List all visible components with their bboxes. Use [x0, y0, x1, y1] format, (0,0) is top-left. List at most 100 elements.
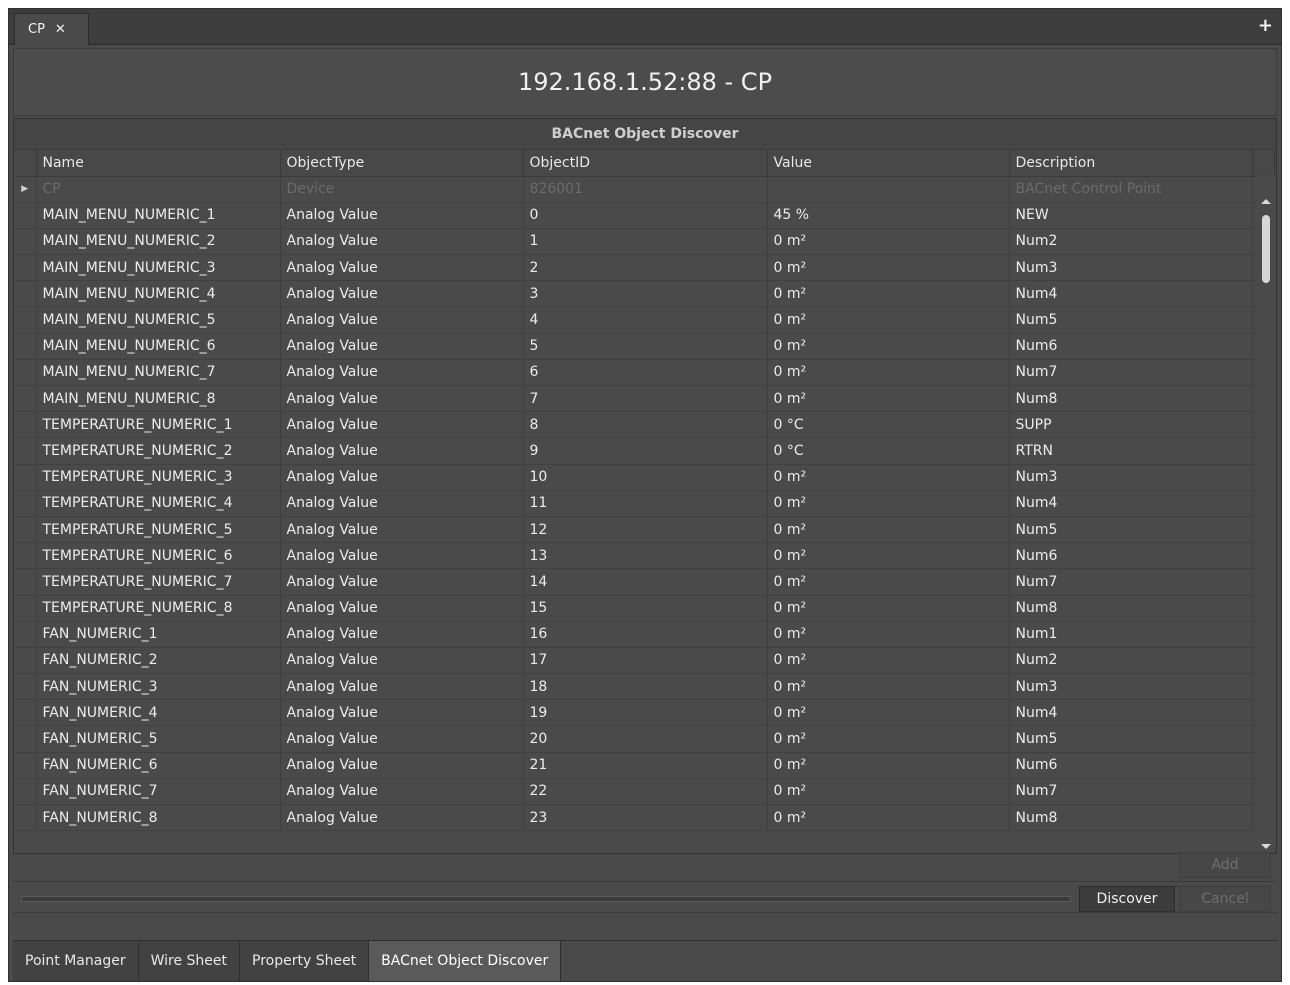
row-selector[interactable]	[14, 280, 37, 308]
column-header-description[interactable]: Description	[1009, 150, 1253, 177]
cell-object-type: Analog Value	[280, 621, 524, 648]
table-row[interactable]: TEMPERATURE_NUMERIC_8 Analog Value 15 0 m² N…	[14, 595, 1274, 622]
tab-cp[interactable]: CP ✕	[14, 13, 89, 45]
row-selector[interactable]	[14, 621, 37, 648]
cell-name: TEMPERATURE_NUMERIC_2	[36, 437, 281, 465]
table-row[interactable]: FAN_NUMERIC_4 Analog Value 19 0 m² Num4	[14, 699, 1274, 727]
column-header-name[interactable]: Name	[36, 150, 281, 177]
table-row[interactable]: MAIN_MENU_NUMERIC_5 Analog Value 4 0 m² Num5	[14, 306, 1274, 334]
row-selector[interactable]	[14, 752, 37, 779]
cell-object-id: 7	[523, 385, 768, 413]
tab-bacnet-object-discover[interactable]: BACnet Object Discover	[369, 941, 562, 981]
cell-object-id: 8	[523, 411, 768, 439]
table-row[interactable]: TEMPERATURE_NUMERIC_7 Analog Value 14 0 m² N…	[14, 568, 1274, 596]
table-row[interactable]: TEMPERATURE_NUMERIC_3 Analog Value 10 0 m² N…	[14, 464, 1274, 491]
scroll-down-icon[interactable]	[1261, 844, 1271, 849]
row-selector[interactable]	[14, 359, 37, 387]
row-selector[interactable]	[14, 699, 37, 727]
vertical-scrollbar[interactable]	[1256, 175, 1276, 853]
cell-object-type: Analog Value	[280, 306, 524, 334]
cell-description: Num6	[1009, 752, 1253, 779]
cell-object-type: Analog Value	[280, 673, 524, 701]
table-row[interactable]: TEMPERATURE_NUMERIC_1 Analog Value 8 0 °C SU…	[14, 411, 1274, 439]
close-icon[interactable]: ✕	[55, 22, 66, 37]
cell-value: 0 m²	[767, 359, 1010, 387]
tab-wire-sheet[interactable]: Wire Sheet	[138, 941, 240, 981]
table-row[interactable]: MAIN_MENU_NUMERIC_4 Analog Value 3 0 m² Num4	[14, 280, 1274, 308]
table-row[interactable]: TEMPERATURE_NUMERIC_2 Analog Value 9 0 °C RT…	[14, 437, 1274, 465]
row-selector[interactable]	[14, 228, 37, 256]
cell-object-id: 9	[523, 437, 768, 465]
table-row[interactable]: FAN_NUMERIC_3 Analog Value 18 0 m² Num3	[14, 673, 1274, 701]
table-row[interactable]: MAIN_MENU_NUMERIC_2 Analog Value 1 0 m² Num2	[14, 228, 1274, 256]
discover-panel: BACnet Object Discover Name ObjectType O…	[13, 118, 1277, 854]
row-selector[interactable]	[14, 254, 37, 282]
table-row[interactable]: TEMPERATURE_NUMERIC_4 Analog Value 11 0 m² N…	[14, 490, 1274, 517]
cell-description: Num8	[1009, 804, 1253, 832]
row-selector[interactable]	[14, 595, 37, 622]
row-selector[interactable]	[14, 725, 37, 753]
table-row[interactable]: FAN_NUMERIC_8 Analog Value 23 0 m² Num8	[14, 804, 1274, 832]
cell-description: Num5	[1009, 725, 1253, 753]
table-row[interactable]: FAN_NUMERIC_7 Analog Value 22 0 m² Num7	[14, 778, 1274, 806]
row-selector[interactable]	[14, 778, 37, 806]
tab-property-sheet[interactable]: Property Sheet	[240, 941, 370, 981]
cell-value: 0 m²	[767, 542, 1010, 570]
cell-name: TEMPERATURE_NUMERIC_7	[36, 568, 281, 596]
row-selector[interactable]	[14, 673, 37, 701]
cell-value: 0 m²	[767, 333, 1010, 360]
scroll-up-icon[interactable]	[1261, 199, 1271, 204]
cell-object-type: Analog Value	[280, 385, 524, 413]
tab-point-manager[interactable]: Point Manager	[13, 941, 139, 981]
cell-name: FAN_NUMERIC_8	[36, 804, 281, 832]
row-selector[interactable]	[14, 568, 37, 596]
cell-name: MAIN_MENU_NUMERIC_3	[36, 254, 281, 282]
cell-object-id: 826001	[523, 176, 768, 203]
table-row[interactable]: FAN_NUMERIC_5 Analog Value 20 0 m² Num5	[14, 725, 1274, 753]
add-tab-icon[interactable]: +	[1258, 17, 1273, 35]
device-row[interactable]: ▶ CP Device 826001 BACnet Control Point	[14, 176, 1274, 203]
cell-object-id: 1	[523, 228, 768, 256]
cell-name: MAIN_MENU_NUMERIC_2	[36, 228, 281, 256]
row-selector[interactable]	[14, 333, 37, 360]
row-selector[interactable]	[14, 542, 37, 570]
table-row[interactable]: FAN_NUMERIC_6 Analog Value 21 0 m² Num6	[14, 752, 1274, 779]
row-selector[interactable]	[14, 647, 37, 675]
table-row[interactable]: MAIN_MENU_NUMERIC_3 Analog Value 2 0 m² Num3	[14, 254, 1274, 282]
table-row[interactable]: FAN_NUMERIC_1 Analog Value 16 0 m² Num1	[14, 621, 1274, 648]
column-header-value[interactable]: Value	[767, 150, 1010, 177]
row-selector[interactable]	[14, 490, 37, 517]
panel-title: BACnet Object Discover	[14, 119, 1276, 150]
add-button[interactable]: Add	[1179, 852, 1271, 878]
table-row[interactable]: TEMPERATURE_NUMERIC_5 Analog Value 12 0 m² N…	[14, 516, 1274, 544]
cell-name: MAIN_MENU_NUMERIC_5	[36, 306, 281, 334]
expand-icon[interactable]: ▶	[14, 176, 37, 203]
cell-object-type: Analog Value	[280, 804, 524, 832]
row-selector[interactable]	[14, 464, 37, 491]
table-row[interactable]: FAN_NUMERIC_2 Analog Value 17 0 m² Num2	[14, 647, 1274, 675]
row-selector[interactable]	[14, 202, 37, 229]
cell-value: 0 m²	[767, 673, 1010, 701]
column-header-objectid[interactable]: ObjectID	[523, 150, 768, 177]
cell-description: Num8	[1009, 595, 1253, 622]
row-selector[interactable]	[14, 306, 37, 334]
table-row[interactable]: MAIN_MENU_NUMERIC_7 Analog Value 6 0 m² Num7	[14, 359, 1274, 387]
discover-button[interactable]: Discover	[1079, 886, 1175, 912]
row-selector[interactable]	[14, 411, 37, 439]
row-selector[interactable]	[14, 437, 37, 465]
table-row[interactable]: MAIN_MENU_NUMERIC_8 Analog Value 7 0 m² Num8	[14, 385, 1274, 413]
cell-description: BACnet Control Point	[1009, 176, 1253, 203]
row-selector[interactable]	[14, 385, 37, 413]
scrollbar-thumb[interactable]	[1262, 215, 1270, 283]
table-row[interactable]: MAIN_MENU_NUMERIC_6 Analog Value 5 0 m² Num6	[14, 333, 1274, 360]
row-selector[interactable]	[14, 516, 37, 544]
cell-value: 0 m²	[767, 752, 1010, 779]
cancel-button[interactable]: Cancel	[1179, 886, 1271, 912]
table-row[interactable]: MAIN_MENU_NUMERIC_1 Analog Value 0 45 % NEW	[14, 202, 1274, 229]
table-header-row: Name ObjectType ObjectID Value Descripti…	[14, 150, 1275, 177]
cell-value: 0 m²	[767, 725, 1010, 753]
column-header-objecttype[interactable]: ObjectType	[280, 150, 524, 177]
progress-bar	[21, 896, 1071, 902]
row-selector[interactable]	[14, 804, 37, 832]
table-row[interactable]: TEMPERATURE_NUMERIC_6 Analog Value 13 0 m² N…	[14, 542, 1274, 570]
